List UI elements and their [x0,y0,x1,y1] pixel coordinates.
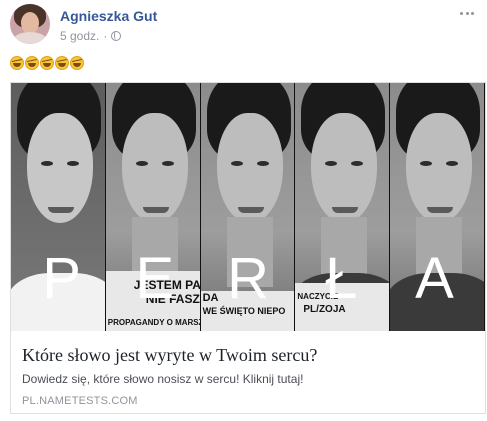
avatar-body [12,32,48,44]
image-overlay-word: P E R Ł A [11,249,485,309]
post-text-emojis [10,56,84,70]
overlay-letter: P [42,246,81,311]
sign-text: PROPAGANDY O MARSZU [107,318,201,327]
link-title[interactable]: Które słowo jest wyryte w Twoim sercu? [22,345,317,366]
overlay-letter: A [415,246,454,311]
overlay-letter: R [227,246,269,311]
post-header: Agnieszka Gut 5 godz. · [10,4,477,48]
post-meta: 5 godz. · [60,29,122,43]
globe-icon[interactable] [111,31,122,41]
avatar-face [21,12,39,34]
more-options-icon[interactable] [457,6,477,20]
overlay-letter: Ł [325,246,358,311]
more-dot [465,11,469,15]
link-description: Dowiedz się, które słowo nosisz w sercu!… [22,372,304,386]
rolling-on-floor-laughing-emoji-icon [10,56,24,70]
rolling-on-floor-laughing-emoji-icon [40,56,54,70]
post-timestamp[interactable]: 5 godz. [60,29,99,43]
link-preview-card[interactable]: JESTEM PAT NIE FASZ PROPAGANDY O MARSZU … [10,82,486,414]
rolling-on-floor-laughing-emoji-icon [55,56,69,70]
more-dot [460,11,463,15]
meta-separator: · [103,29,108,43]
rolling-on-floor-laughing-emoji-icon [70,56,84,70]
more-dot [471,11,474,15]
rolling-on-floor-laughing-emoji-icon [25,56,39,70]
author-name[interactable]: Agnieszka Gut [60,8,157,24]
avatar[interactable] [10,4,50,44]
overlay-letter: E [135,246,175,311]
link-domain: PL.NAMETESTS.COM [22,395,138,407]
link-preview-image[interactable]: JESTEM PAT NIE FASZ PROPAGANDY O MARSZU … [11,83,485,331]
